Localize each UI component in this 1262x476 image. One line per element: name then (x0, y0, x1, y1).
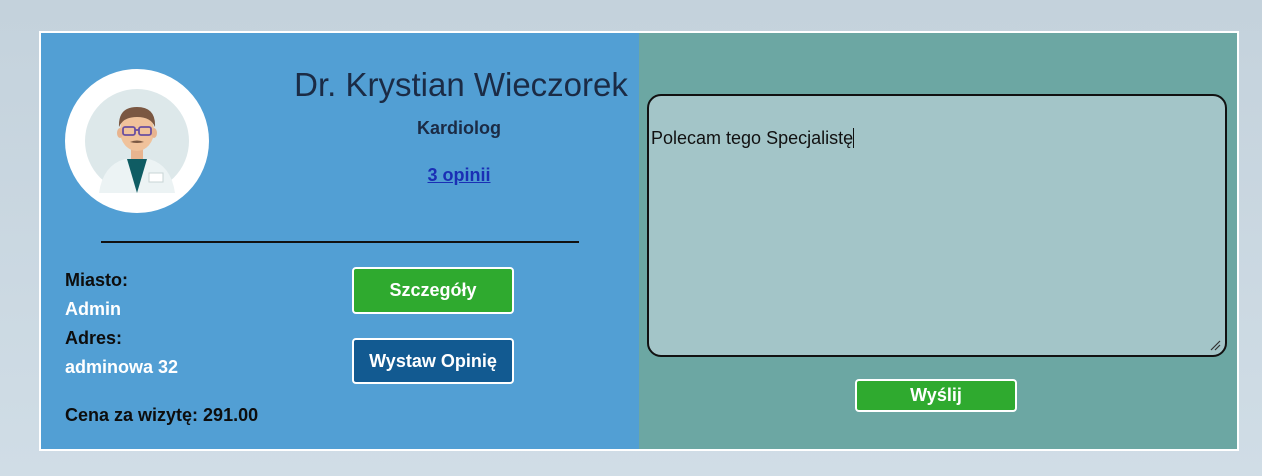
address-value: adminowa 32 (65, 357, 179, 377)
doctor-card: Dr. Krystian Wieczorek Kardiolog 3 opini… (39, 31, 1239, 451)
send-button[interactable]: Wyślij (855, 379, 1017, 412)
reviews-link[interactable]: 3 opinii (359, 165, 559, 186)
city-value: Admin (65, 299, 121, 319)
city-label: Miasto: (65, 270, 128, 290)
doctor-specialty: Kardiolog (417, 118, 501, 138)
review-textarea[interactable]: Polecam tego Specjalistę (647, 94, 1227, 357)
text-caret (853, 128, 855, 148)
write-review-button[interactable]: Wystaw Opinię (352, 338, 514, 384)
address-label: Adres: (65, 328, 123, 348)
doctor-name: Dr. Krystian Wieczorek (294, 66, 628, 103)
resize-handle-icon[interactable] (1209, 339, 1221, 351)
doctor-avatar-icon (85, 89, 189, 193)
price-text: Cena za wizytę: 291.00 (65, 405, 259, 425)
divider (101, 241, 579, 243)
review-panel: Polecam tego Specjalistę Wyślij (639, 33, 1237, 449)
doctor-info-panel: Dr. Krystian Wieczorek Kardiolog 3 opini… (41, 33, 639, 449)
review-text: Polecam tego Specjalistę (651, 128, 854, 148)
details-button[interactable]: Szczegóły (352, 267, 514, 314)
doctor-avatar (65, 69, 209, 213)
